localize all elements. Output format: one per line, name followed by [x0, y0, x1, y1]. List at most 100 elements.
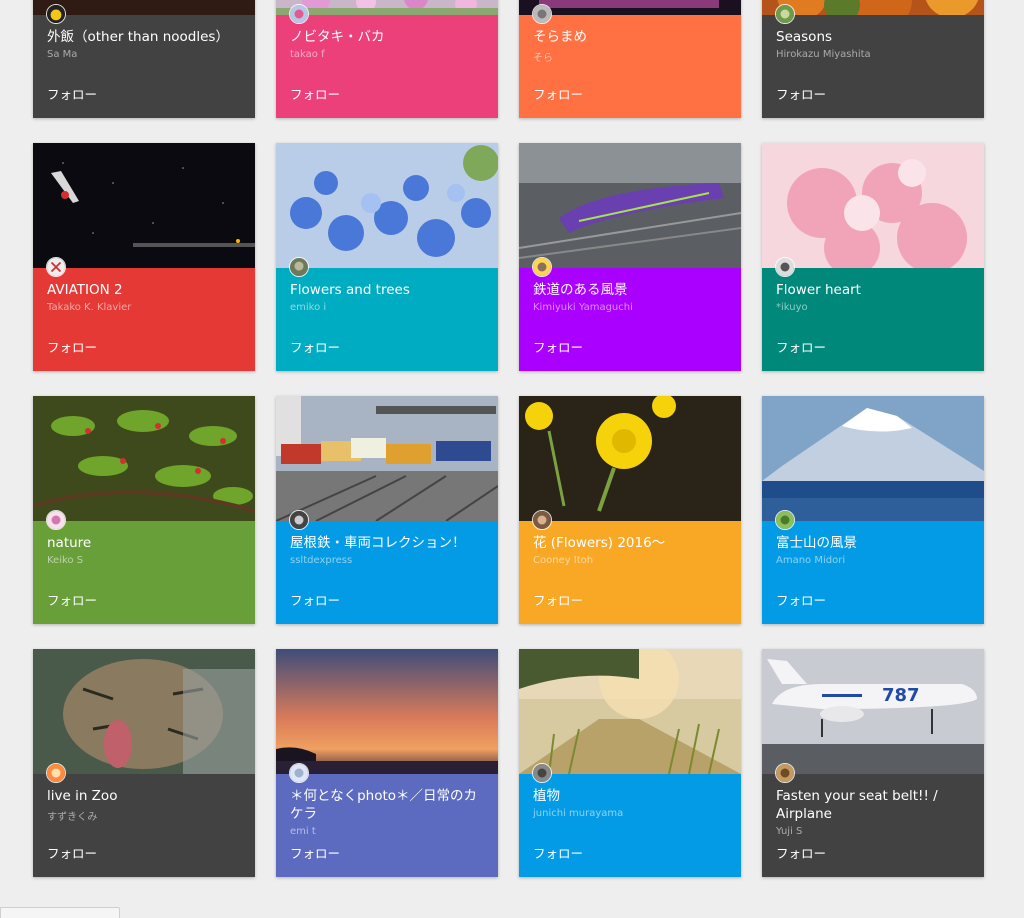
card-photo[interactable]: [33, 143, 255, 268]
collection-card[interactable]: 屋根鉄・車両コレクション！ ssltdexpress フォロー: [276, 396, 498, 624]
card-title[interactable]: live in Zoo: [47, 787, 243, 805]
card-title[interactable]: 屋根鉄・車両コレクション！: [290, 534, 486, 552]
card-photo[interactable]: [519, 649, 741, 774]
card-author[interactable]: そら: [533, 49, 729, 64]
avatar[interactable]: [775, 763, 795, 783]
collection-card[interactable]: AVIATION 2 Takako K. Klavier フォロー: [33, 143, 255, 371]
bottom-tab-edge[interactable]: [0, 907, 120, 918]
follow-button[interactable]: フォロー: [776, 337, 826, 356]
follow-button[interactable]: フォロー: [47, 843, 97, 862]
card-author[interactable]: Yuji S: [776, 826, 972, 837]
collection-card[interactable]: nature Keiko S フォロー: [33, 396, 255, 624]
card-photo[interactable]: [33, 649, 255, 774]
card-author[interactable]: Amano Midori: [776, 555, 972, 566]
collection-card[interactable]: Flower heart *ikuyo フォロー: [762, 143, 984, 371]
card-author[interactable]: emiko i: [290, 302, 486, 313]
card-title[interactable]: nature: [47, 534, 243, 552]
card-title[interactable]: Flowers and trees: [290, 281, 486, 299]
card-title[interactable]: ノビタキ・バカ: [290, 28, 486, 46]
follow-button[interactable]: フォロー: [533, 84, 583, 103]
card-title[interactable]: そらまめ: [533, 28, 729, 46]
avatar[interactable]: [775, 4, 795, 24]
avatar[interactable]: [532, 763, 552, 783]
follow-button[interactable]: フォロー: [776, 590, 826, 609]
avatar[interactable]: [46, 4, 66, 24]
card-photo[interactable]: [762, 0, 984, 15]
follow-button[interactable]: フォロー: [776, 843, 826, 862]
card-title[interactable]: Flower heart: [776, 281, 972, 299]
card-author[interactable]: Hirokazu Miyashita: [776, 49, 972, 60]
collection-card[interactable]: live in Zoo すずきくみ フォロー: [33, 649, 255, 877]
card-title[interactable]: 鉄道のある風景: [533, 281, 729, 299]
card-photo[interactable]: [519, 396, 741, 521]
card-author[interactable]: takao f: [290, 49, 486, 60]
follow-button[interactable]: フォロー: [290, 590, 340, 609]
collection-card[interactable]: 外飯（other than noodles） Sa Ma フォロー: [33, 0, 255, 118]
card-title[interactable]: ＊何となくphoto＊／日常のカケラ: [290, 787, 486, 823]
card-title[interactable]: 富士山の風景: [776, 534, 972, 552]
card-photo[interactable]: [276, 0, 498, 15]
avatar[interactable]: [46, 763, 66, 783]
card-photo[interactable]: [519, 143, 741, 268]
card-photo[interactable]: 787: [762, 649, 984, 774]
card-photo[interactable]: [519, 0, 741, 15]
follow-button[interactable]: フォロー: [533, 337, 583, 356]
follow-button[interactable]: フォロー: [776, 84, 826, 103]
card-photo[interactable]: [276, 649, 498, 774]
card-author[interactable]: ssltdexpress: [290, 555, 486, 566]
card-title[interactable]: 花 (Flowers) 2016〜: [533, 534, 729, 552]
collection-card[interactable]: Flowers and trees emiko i フォロー: [276, 143, 498, 371]
card-photo[interactable]: [33, 0, 255, 15]
card-author[interactable]: Sa Ma: [47, 49, 243, 60]
collection-card[interactable]: 富士山の風景 Amano Midori フォロー: [762, 396, 984, 624]
card-info: Flowers and trees emiko i フォロー: [276, 268, 498, 371]
avatar[interactable]: [532, 510, 552, 530]
avatar[interactable]: [532, 4, 552, 24]
collection-card[interactable]: そらまめ そら フォロー: [519, 0, 741, 118]
follow-button[interactable]: フォロー: [47, 84, 97, 103]
card-title[interactable]: 植物: [533, 787, 729, 805]
collection-card[interactable]: ＊何となくphoto＊／日常のカケラ emi t フォロー: [276, 649, 498, 877]
avatar[interactable]: [46, 510, 66, 530]
collection-card[interactable]: 鉄道のある風景 Kimiyuki Yamaguchi フォロー: [519, 143, 741, 371]
card-author[interactable]: *ikuyo: [776, 302, 972, 313]
card-author[interactable]: Keiko S: [47, 555, 243, 566]
card-photo[interactable]: [762, 143, 984, 268]
card-author[interactable]: emi t: [290, 826, 486, 837]
card-title[interactable]: 外飯（other than noodles）: [47, 28, 243, 46]
card-info: nature Keiko S フォロー: [33, 521, 255, 624]
avatar[interactable]: [46, 257, 66, 277]
follow-button[interactable]: フォロー: [290, 84, 340, 103]
card-photo[interactable]: [276, 396, 498, 521]
avatar[interactable]: [289, 4, 309, 24]
follow-button[interactable]: フォロー: [47, 337, 97, 356]
follow-button[interactable]: フォロー: [290, 337, 340, 356]
collection-card[interactable]: ノビタキ・バカ takao f フォロー: [276, 0, 498, 118]
card-title[interactable]: AVIATION 2: [47, 281, 243, 299]
card-author[interactable]: Cooney Itoh: [533, 555, 729, 566]
avatar[interactable]: [775, 510, 795, 530]
card-photo[interactable]: [762, 396, 984, 521]
follow-button[interactable]: フォロー: [47, 590, 97, 609]
card-title[interactable]: Seasons: [776, 28, 972, 46]
avatar[interactable]: [289, 257, 309, 277]
card-author[interactable]: すずきくみ: [47, 808, 243, 823]
follow-button[interactable]: フォロー: [533, 843, 583, 862]
card-author[interactable]: Kimiyuki Yamaguchi: [533, 302, 729, 313]
collection-card[interactable]: Seasons Hirokazu Miyashita フォロー: [762, 0, 984, 118]
card-author[interactable]: Takako K. Klavier: [47, 302, 243, 313]
follow-button[interactable]: フォロー: [290, 843, 340, 862]
card-info: Flower heart *ikuyo フォロー: [762, 268, 984, 371]
follow-button[interactable]: フォロー: [533, 590, 583, 609]
card-author[interactable]: junichi murayama: [533, 808, 729, 819]
collection-card[interactable]: 植物 junichi murayama フォロー: [519, 649, 741, 877]
card-title[interactable]: Fasten your seat belt!! / Airplane: [776, 787, 972, 823]
avatar[interactable]: [289, 763, 309, 783]
card-photo[interactable]: [276, 143, 498, 268]
card-photo[interactable]: [33, 396, 255, 521]
collection-card[interactable]: 787 Fasten your seat belt!! / Airplane Y…: [762, 649, 984, 877]
avatar[interactable]: [289, 510, 309, 530]
avatar[interactable]: [775, 257, 795, 277]
avatar[interactable]: [532, 257, 552, 277]
collection-card[interactable]: 花 (Flowers) 2016〜 Cooney Itoh フォロー: [519, 396, 741, 624]
